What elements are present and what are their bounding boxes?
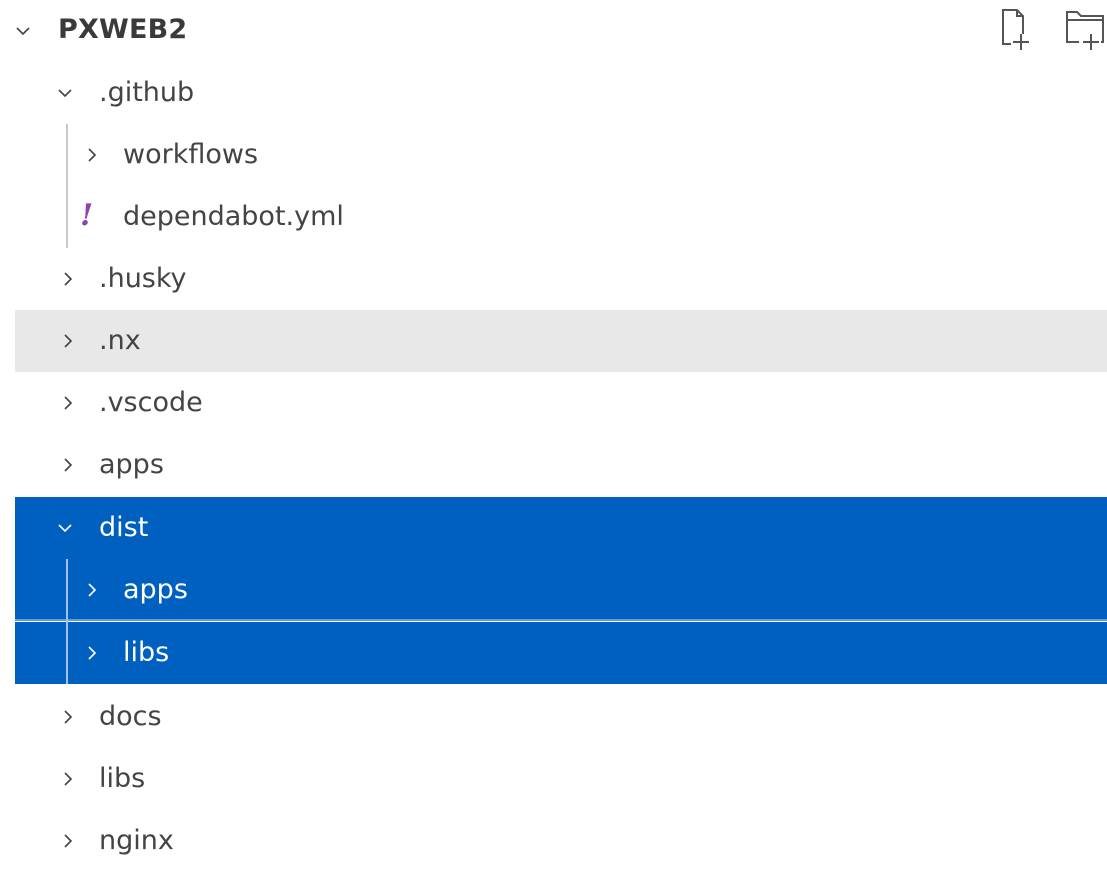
tree-item-label: .vscode (99, 387, 203, 418)
chevron-right-icon[interactable] (84, 645, 100, 661)
tree-item-label: docs (99, 701, 162, 732)
tree-item-label: .nx (99, 325, 141, 356)
workspace-root-title: PXWEB2 (58, 14, 188, 45)
chevron-right-icon[interactable] (60, 271, 76, 287)
chevron-right-icon[interactable] (60, 457, 76, 473)
chevron-right-icon[interactable] (84, 147, 100, 163)
chevron-down-icon[interactable] (15, 23, 31, 39)
chevron-right-icon[interactable] (60, 709, 76, 725)
chevron-right-icon[interactable] (60, 833, 76, 849)
tree-item-label: libs (99, 763, 146, 794)
chevron-right-icon[interactable] (84, 582, 100, 598)
tree-item-nx[interactable]: .nx (15, 310, 1107, 372)
tree-item-apps[interactable]: apps (15, 434, 1107, 496)
chevron-down-icon[interactable] (57, 520, 73, 536)
tree-item-label: nginx (99, 825, 174, 856)
tree-item-label: apps (123, 574, 188, 605)
tree-item-husky[interactable]: .husky (15, 248, 1107, 310)
tree-item-workflows[interactable]: workflows (15, 124, 1107, 186)
tree-item-label: .github (99, 77, 195, 108)
tree-item-dependabot-yml[interactable]: ! dependabot.yml (15, 186, 1107, 248)
tree-item-vscode[interactable]: .vscode (15, 372, 1107, 434)
new-folder-icon[interactable] (1063, 4, 1104, 54)
tree-item-label: dist (99, 512, 149, 543)
tree-item-label: .husky (99, 263, 187, 294)
chevron-right-icon[interactable] (60, 333, 76, 349)
chevron-right-icon[interactable] (60, 395, 76, 411)
yaml-file-icon: ! (80, 198, 94, 233)
tree-item-dist[interactable]: dist (15, 497, 1107, 559)
tree-item-dist-apps[interactable]: apps (15, 559, 1107, 621)
new-file-icon[interactable] (997, 4, 1037, 54)
workspace-root-header[interactable]: PXWEB2 (15, 0, 1107, 62)
tree-item-docs[interactable]: docs (15, 686, 1107, 748)
tree-item-label: apps (99, 449, 164, 480)
tree-item-label: dependabot.yml (123, 201, 344, 232)
tree-item-label: workflows (123, 139, 259, 170)
tree-item-dist-libs[interactable]: libs (15, 622, 1107, 684)
tree-item-nginx[interactable]: nginx (15, 810, 1107, 872)
file-explorer: PXWEB2 .github workflows ! dependabot.ym… (0, 0, 1107, 890)
tree-item-github[interactable]: .github (15, 62, 1107, 124)
tree-item-libs[interactable]: libs (15, 748, 1107, 810)
chevron-right-icon[interactable] (60, 771, 76, 787)
chevron-down-icon[interactable] (57, 85, 73, 101)
tree-item-label: libs (123, 637, 170, 668)
indent-guide (66, 559, 68, 684)
